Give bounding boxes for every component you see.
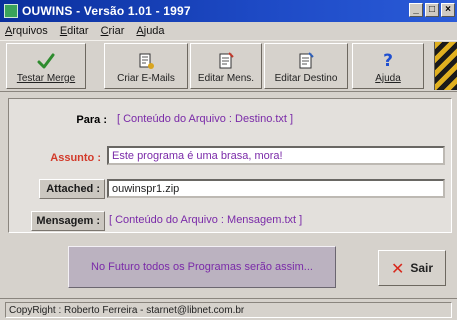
status-text: CopyRight : Roberto Ferreira - starnet@l… xyxy=(5,302,452,318)
mensagem-value: [ Conteúdo do Arquivo : Mensagem.txt ] xyxy=(109,214,303,226)
attached-label: Attached : xyxy=(39,179,105,199)
ajuda-label: Ajuda xyxy=(375,73,401,84)
create-mail-icon xyxy=(137,52,155,70)
window-title: OUWINS - Versão 1.01 - 1997 xyxy=(22,4,191,18)
menu-arquivos[interactable]: Arquivos xyxy=(0,25,54,37)
menu-criar[interactable]: Criar xyxy=(95,25,131,37)
editar-destino-button[interactable]: Editar Destino xyxy=(264,43,348,89)
mensagem-label: Mensagem : xyxy=(31,211,105,231)
editar-mens-label: Editar Mens. xyxy=(197,73,255,84)
para-label: Para : xyxy=(76,114,107,126)
checkmark-icon xyxy=(37,52,55,70)
criar-emails-button[interactable]: Criar E-Mails xyxy=(104,43,188,89)
attached-field[interactable]: ouwinspr1.zip xyxy=(107,179,445,198)
menu-bar: Arquivos Editar Criar Ajuda xyxy=(0,22,457,40)
editar-destino-label: Editar Destino xyxy=(274,73,338,84)
close-button[interactable]: × xyxy=(441,3,455,17)
decorative-stripe xyxy=(434,42,457,90)
assunto-field[interactable]: Este programa é uma brasa, mora! xyxy=(107,146,445,165)
main-window: OUWINS - Versão 1.01 - 1997 _ □ × Arquiv… xyxy=(0,0,457,320)
status-bar: CopyRight : Roberto Ferreira - starnet@l… xyxy=(0,298,457,320)
slogan-banner: No Futuro todos os Programas serão assim… xyxy=(68,246,336,288)
window-controls: _ □ × xyxy=(409,3,455,17)
para-value: [ Conteúdo do Arquivo : Destino.txt ] xyxy=(117,113,294,125)
editar-mens-button[interactable]: Editar Mens. xyxy=(190,43,262,89)
menu-editar[interactable]: Editar xyxy=(54,25,95,37)
red-x-icon: ✕ xyxy=(390,258,405,278)
criar-emails-label: Criar E-Mails xyxy=(117,73,175,84)
edit-destination-icon xyxy=(297,52,315,70)
title-bar[interactable]: OUWINS - Versão 1.01 - 1997 _ □ × xyxy=(0,0,457,22)
sair-button[interactable]: ✕ Sair xyxy=(378,250,446,286)
app-icon xyxy=(4,4,18,18)
sair-label: Sair xyxy=(410,261,434,275)
edit-message-icon xyxy=(217,52,235,70)
testar-merge-label: Testar Merge xyxy=(16,73,76,84)
assunto-label: Assunto : xyxy=(50,152,101,164)
minimize-button[interactable]: _ xyxy=(409,3,423,17)
testar-merge-button[interactable]: Testar Merge xyxy=(6,43,86,89)
help-question-icon: ? xyxy=(383,51,393,71)
toolbar: Testar Merge Criar E-Mails Editar Mens. … xyxy=(0,40,457,92)
menu-ajuda[interactable]: Ajuda xyxy=(130,25,170,37)
ajuda-button[interactable]: ? Ajuda xyxy=(352,43,424,89)
maximize-button[interactable]: □ xyxy=(425,3,439,17)
form-panel: Para : [ Conteúdo do Arquivo : Destino.t… xyxy=(8,98,452,233)
